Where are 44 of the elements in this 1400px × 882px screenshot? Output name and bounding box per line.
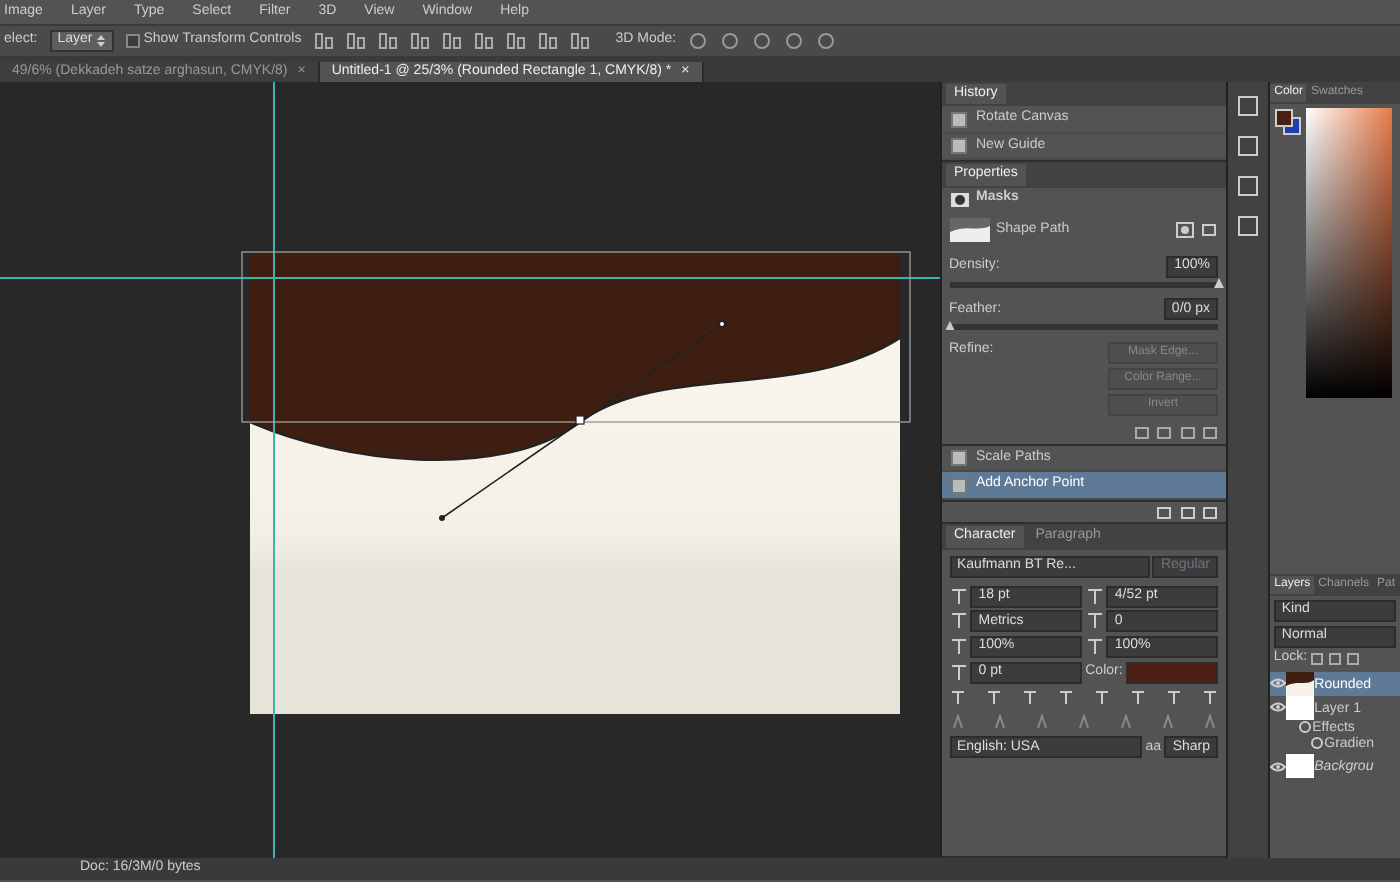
panel-icon[interactable] <box>1235 174 1260 198</box>
type-setting-icon <box>949 612 967 631</box>
layer-thumbnail <box>1286 695 1315 720</box>
mask-thumbnail <box>949 217 989 242</box>
type-style-icon[interactable] <box>985 690 1002 707</box>
type-style-icon[interactable] <box>949 690 965 707</box>
align-icon[interactable] <box>409 32 430 50</box>
type-style-icon[interactable] <box>1093 690 1110 707</box>
color-swatches-icon[interactable] <box>1273 107 1302 136</box>
layer-thumbnail <box>1286 754 1315 778</box>
panel-icon[interactable] <box>1235 214 1260 238</box>
type-setting-icon <box>1085 638 1104 657</box>
type-style-icon[interactable] <box>1165 690 1182 707</box>
panel-icon[interactable] <box>1235 134 1260 158</box>
eye-icon[interactable] <box>1270 759 1287 773</box>
type-setting-icon <box>949 663 967 682</box>
type-setting-icon <box>949 638 967 657</box>
align-icon[interactable] <box>441 32 462 50</box>
slider-thumb[interactable] <box>945 320 955 331</box>
align-icon[interactable] <box>313 32 334 50</box>
align-icon[interactable] <box>377 32 398 50</box>
align-icon[interactable] <box>569 32 590 50</box>
type-setting-icon <box>1085 587 1104 606</box>
type-style-icon[interactable] <box>1201 690 1218 707</box>
checkbox[interactable] <box>126 33 140 48</box>
color-swatch[interactable] <box>1126 661 1218 684</box>
slider-thumb[interactable] <box>1214 277 1224 288</box>
type-setting-icon <box>1085 612 1104 631</box>
layer-thumbnail <box>1286 671 1315 696</box>
type-style-icon[interactable] <box>1021 690 1038 707</box>
updown-caret-icon <box>96 33 106 48</box>
mask-icon <box>949 191 969 207</box>
type-style-icon[interactable] <box>1129 690 1146 707</box>
type-setting-icon <box>949 587 967 606</box>
panel-icon[interactable] <box>1235 94 1260 118</box>
eye-icon[interactable] <box>1270 676 1287 691</box>
align-icon[interactable] <box>537 32 558 50</box>
align-icon[interactable] <box>473 32 494 50</box>
eye-icon[interactable] <box>1270 700 1287 715</box>
align-icon[interactable] <box>505 32 526 50</box>
vector-mask-icon[interactable] <box>1200 221 1218 238</box>
align-icon[interactable] <box>345 32 366 50</box>
type-style-icon[interactable] <box>1057 690 1074 707</box>
pixel-mask-icon[interactable] <box>1175 221 1193 238</box>
